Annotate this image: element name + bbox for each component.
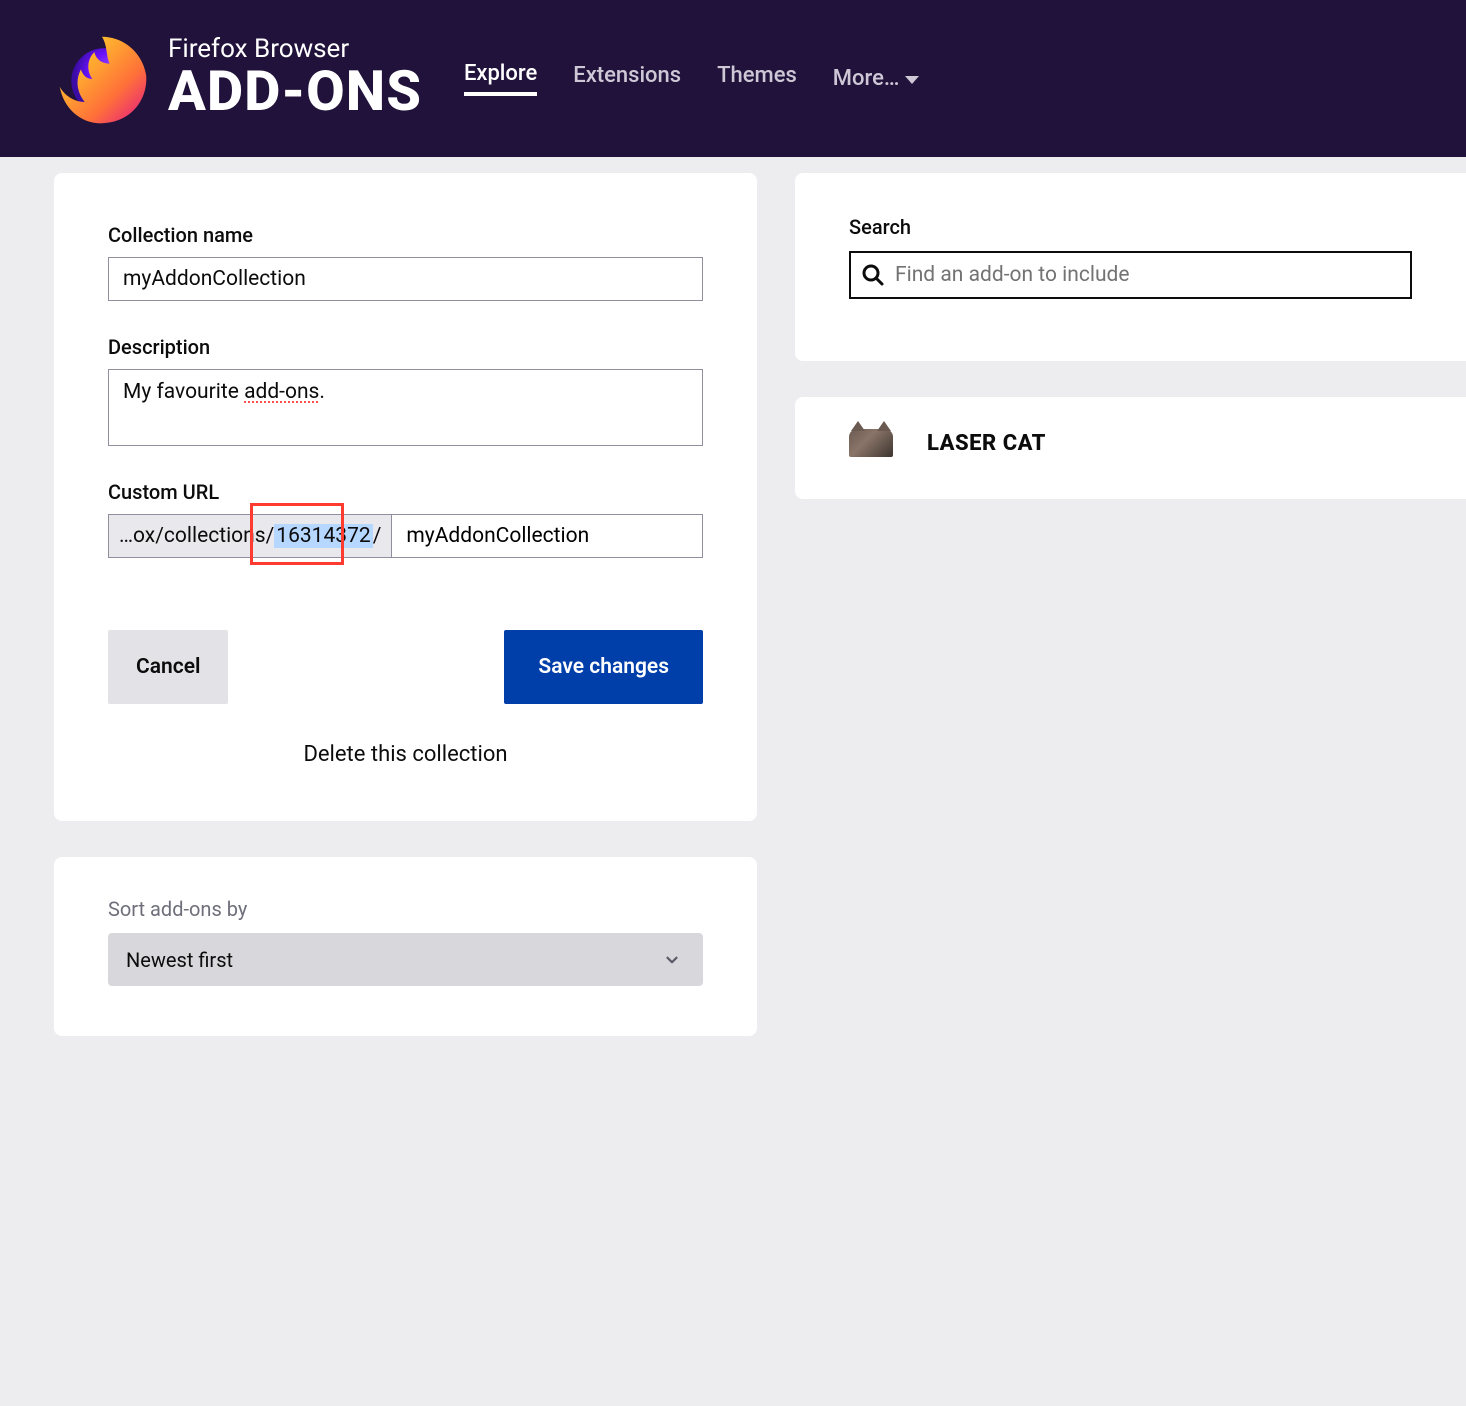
addon-thumbnail <box>849 429 893 457</box>
custom-url-id: 16314372 <box>274 524 372 548</box>
save-button[interactable]: Save changes <box>504 630 703 704</box>
nav-more-label: More… <box>833 66 900 91</box>
nav-more[interactable]: More… <box>833 66 920 91</box>
nav-explore[interactable]: Explore <box>464 61 537 96</box>
custom-url-label: Custom URL <box>108 480 703 504</box>
custom-url-input[interactable] <box>392 515 702 557</box>
search-card: Search <box>795 173 1466 361</box>
description-label: Description <box>108 335 703 359</box>
search-input[interactable] <box>895 263 1400 287</box>
chevron-down-icon <box>905 76 919 84</box>
nav-extensions[interactable]: Extensions <box>573 63 681 94</box>
addon-name: LASER CAT <box>927 431 1046 456</box>
search-icon <box>861 263 885 287</box>
chevron-down-icon <box>663 951 681 969</box>
sort-value: Newest first <box>126 948 233 972</box>
collection-name-label: Collection name <box>108 223 703 247</box>
main-nav: Explore Extensions Themes More… <box>464 61 920 96</box>
custom-url-prefix: …ox/collections/16314372/ <box>109 515 392 557</box>
sort-card: Sort add-ons by Newest first <box>54 857 757 1036</box>
site-header: Firefox Browser ADD-ONS Explore Extensio… <box>0 0 1466 157</box>
search-field[interactable] <box>849 251 1412 299</box>
sort-select[interactable]: Newest first <box>108 933 703 986</box>
nav-themes[interactable]: Themes <box>717 63 797 94</box>
collection-name-input[interactable] <box>108 257 703 301</box>
custom-url-row: …ox/collections/16314372/ <box>108 514 703 558</box>
addon-result-card[interactable]: LASER CAT <box>795 397 1466 499</box>
brand-logo[interactable]: Firefox Browser ADD-ONS <box>54 31 422 127</box>
brand-title: ADD-ONS <box>168 58 422 124</box>
delete-collection-link[interactable]: Delete this collection <box>108 742 703 767</box>
description-input[interactable]: My favourite add-ons. <box>108 369 703 446</box>
collection-edit-card: Collection name Description My favourite… <box>54 173 757 821</box>
firefox-icon <box>54 31 150 127</box>
cancel-button[interactable]: Cancel <box>108 630 228 704</box>
search-label: Search <box>849 215 1412 239</box>
brand-text: Firefox Browser ADD-ONS <box>168 34 422 124</box>
sort-label: Sort add-ons by <box>108 897 703 921</box>
